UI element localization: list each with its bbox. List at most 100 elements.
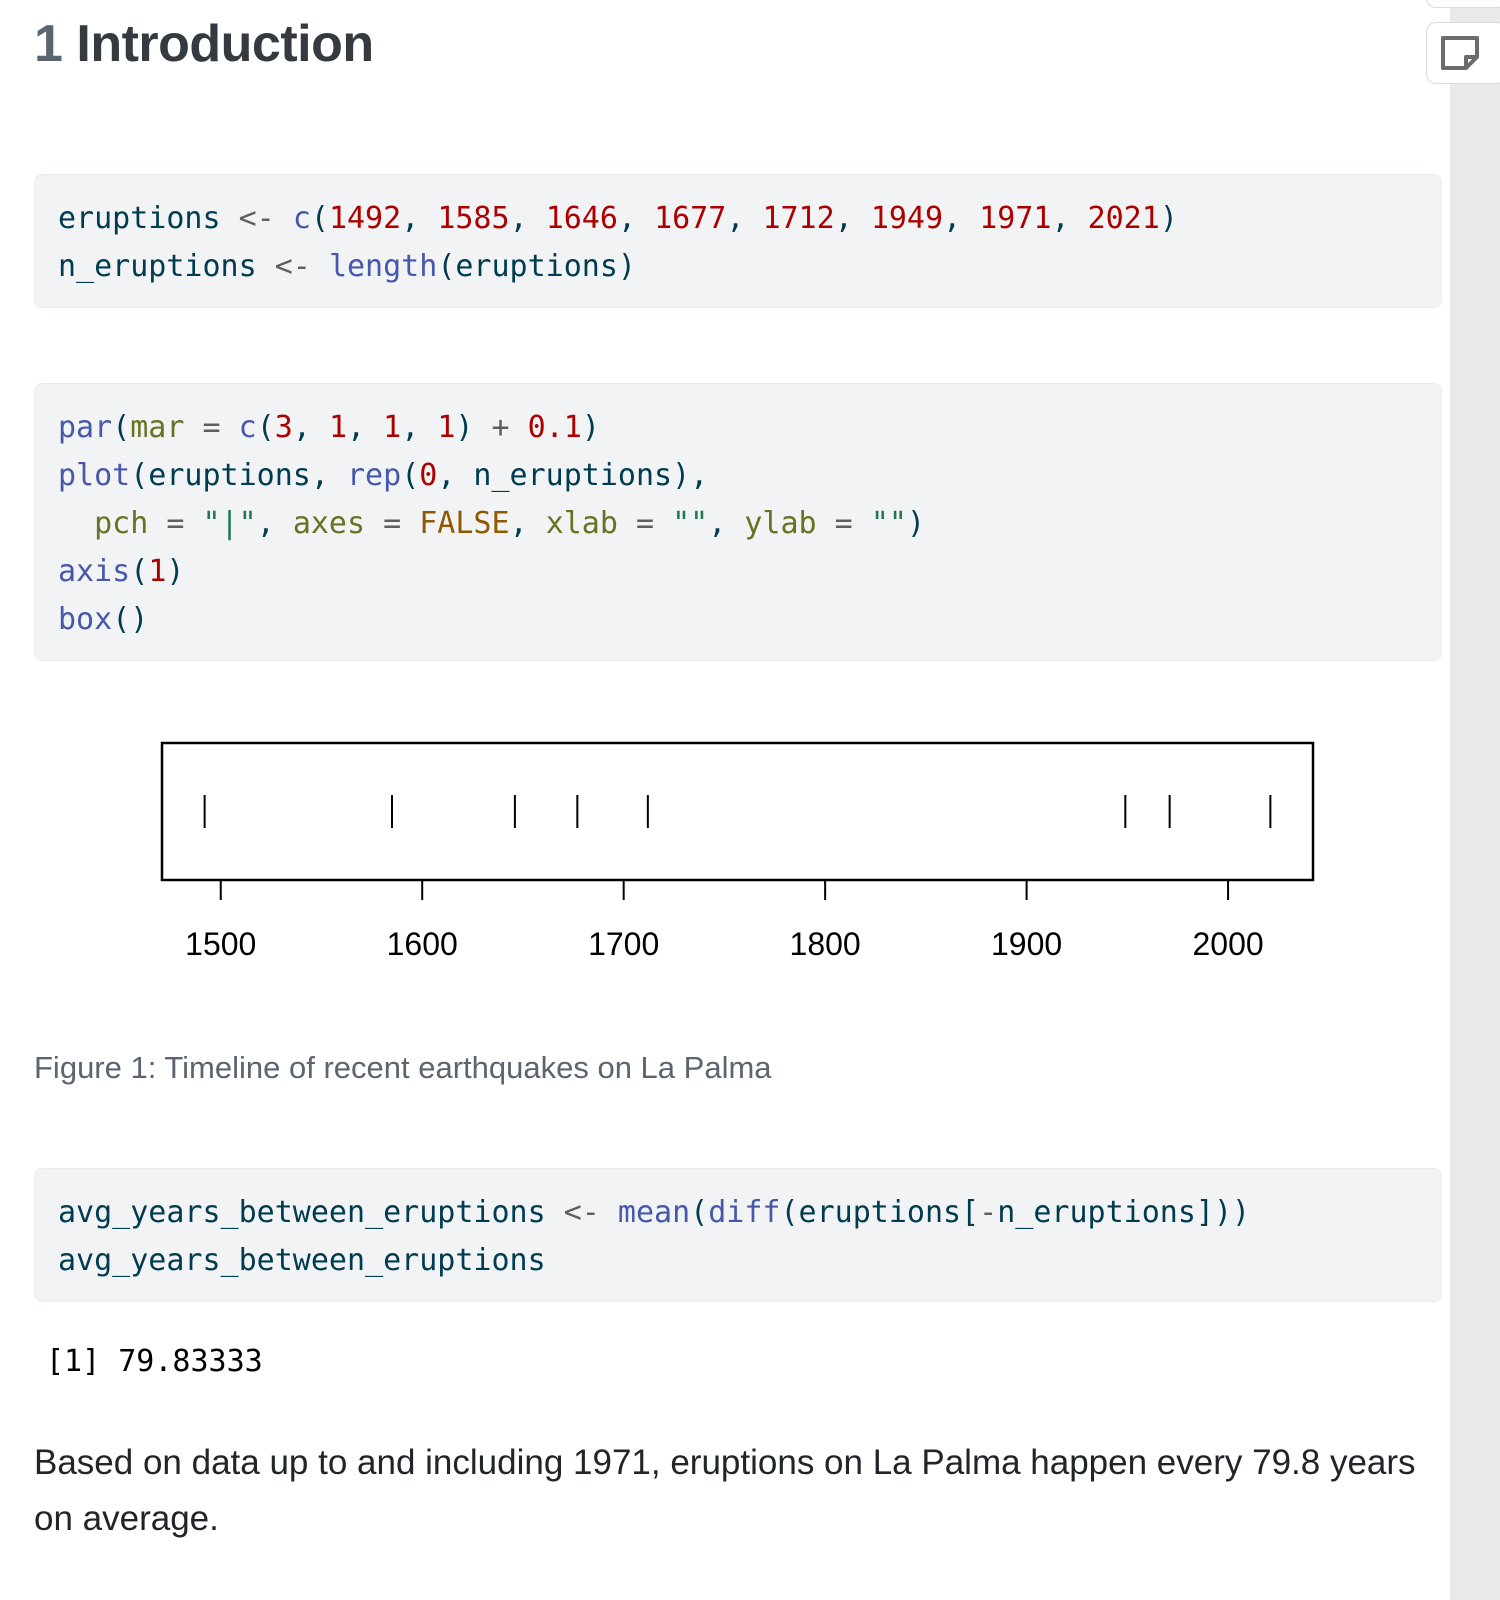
code-token: (: [130, 554, 149, 589]
code-token: ): [906, 506, 925, 541]
code-token: ,: [509, 201, 546, 236]
annotate-button[interactable]: [1426, 22, 1500, 84]
code-token: ,: [292, 410, 329, 445]
toolbar-button-top[interactable]: [1426, 0, 1500, 8]
code-token: -: [979, 1195, 998, 1230]
code-token: 1585: [437, 201, 510, 236]
code-token: "|": [202, 506, 257, 541]
code-token: "": [870, 506, 907, 541]
code-token: eruptions: [58, 201, 239, 236]
code-block-1: eruptions <- c(1492, 1585, 1646, 1677, 1…: [34, 174, 1442, 308]
code-token: ,: [943, 201, 980, 236]
code-token: diff: [708, 1195, 781, 1230]
code-token: ,: [617, 201, 655, 236]
code-token: 1949: [870, 201, 944, 236]
x-axis-tick-label: 1500: [185, 926, 256, 962]
code-token: =: [184, 410, 239, 445]
code-token: 3: [274, 410, 293, 445]
code-token: ,: [256, 506, 293, 541]
code-token: mar: [130, 410, 185, 445]
code-token: plot: [58, 458, 131, 493]
code-token: =: [148, 506, 203, 541]
code-line: avg_years_between_eruptions: [58, 1237, 1418, 1285]
code-token: (): [112, 602, 149, 637]
code-token: ,: [347, 410, 384, 445]
code-token: 1677: [654, 201, 727, 236]
section-heading: 1 Introduction: [34, 14, 374, 74]
code-token: ,: [708, 506, 745, 541]
code-token: (eruptions[: [780, 1195, 980, 1230]
code-token: 1492: [328, 201, 402, 236]
code-token: =: [816, 506, 871, 541]
code-line: eruptions <- c(1492, 1585, 1646, 1677, 1…: [58, 195, 1418, 243]
code-token: ,: [834, 201, 871, 236]
code-token: c: [238, 410, 257, 445]
code-token: =: [365, 506, 420, 541]
code-token: 1: [437, 410, 456, 445]
x-axis-tick-label: 1800: [790, 926, 861, 962]
x-axis-tick-label: 2000: [1192, 926, 1263, 962]
code-token: , n_eruptions),: [437, 458, 709, 493]
code-token: par: [58, 410, 113, 445]
eruption-timeline-plot: 1500 1600 1700 1800 1900 2000: [160, 741, 1315, 962]
x-axis-tick-label: 1600: [387, 926, 458, 962]
code-token: 1712: [762, 201, 835, 236]
code-token: ylab: [744, 506, 817, 541]
code-token: FALSE: [419, 506, 510, 541]
code-token: mean: [617, 1195, 691, 1230]
code-line: box(): [58, 596, 1418, 644]
body-paragraph: Based on data up to and including 1971, …: [34, 1443, 1416, 1538]
section-title: Introduction: [76, 15, 374, 73]
code-line: plot(eruptions, rep(0, n_eruptions),: [58, 452, 1418, 500]
code-token: (eruptions,: [130, 458, 347, 493]
code-token: n_eruptions])): [997, 1195, 1251, 1230]
sticky-note-icon: [1441, 36, 1479, 70]
code-token: ): [455, 410, 492, 445]
code-token: 1: [328, 410, 347, 445]
code-token: axis: [58, 554, 131, 589]
code-token: box: [58, 602, 113, 637]
figure-caption: Figure 1: Timeline of recent earthquakes…: [34, 1050, 772, 1085]
code-token: +: [491, 410, 510, 445]
plot-box: [160, 741, 1315, 882]
x-axis-tick-label: 1900: [991, 926, 1062, 962]
code-token: xlab: [545, 506, 618, 541]
code-block-3: avg_years_between_eruptions <- mean(diff…: [34, 1168, 1442, 1302]
code-token: (: [310, 201, 329, 236]
code-token: ): [1159, 201, 1178, 236]
x-axis-tick-label: 1700: [588, 926, 659, 962]
code-token: rep: [347, 458, 402, 493]
code-token: c: [292, 201, 311, 236]
code-token: (: [112, 410, 131, 445]
code-token: 2021: [1087, 201, 1160, 236]
code-token: pch: [94, 506, 149, 541]
code-token: (: [690, 1195, 709, 1230]
code-token: 1: [383, 410, 402, 445]
code-line: axis(1): [58, 548, 1418, 596]
code-token: ): [166, 554, 185, 589]
code-output: [1] 79.83333: [46, 1344, 263, 1379]
code-token: (eruptions): [437, 249, 636, 284]
code-token: axes: [292, 506, 366, 541]
code-token: ,: [1051, 201, 1088, 236]
code-token: avg_years_between_eruptions: [58, 1243, 546, 1278]
code-token: <-: [238, 201, 275, 236]
section-number: 1: [34, 15, 63, 73]
code-token: ): [581, 410, 600, 445]
scrollbar-track[interactable]: [1450, 0, 1500, 1600]
code-token: <-: [274, 249, 311, 284]
code-token: ,: [401, 201, 438, 236]
code-token: <-: [563, 1195, 600, 1230]
code-token: n_eruptions: [58, 249, 275, 284]
code-token: 1646: [545, 201, 618, 236]
code-line: avg_years_between_eruptions <- mean(diff…: [58, 1189, 1418, 1237]
code-line: n_eruptions <- length(eruptions): [58, 243, 1418, 291]
code-token: length: [328, 249, 438, 284]
code-token: "": [672, 506, 709, 541]
code-token: ,: [509, 506, 546, 541]
